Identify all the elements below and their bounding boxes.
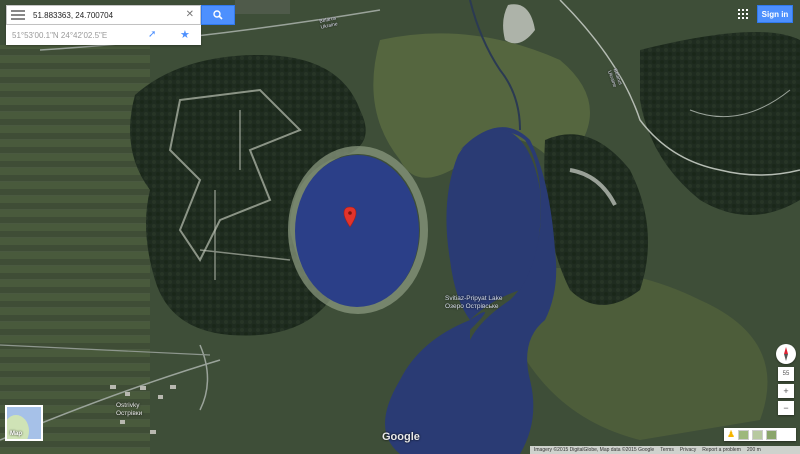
report-link[interactable]: Report a problem xyxy=(702,447,741,453)
close-icon[interactable]: ✕ xyxy=(186,9,194,20)
map-controls: 55 + − xyxy=(776,344,796,415)
sign-in-button[interactable]: Sign in xyxy=(757,5,793,23)
lake-label[interactable]: Svitiaz-Pripyat Lake Озеро Острівське xyxy=(445,295,502,311)
search-box[interactable]: ✕ xyxy=(6,5,201,25)
directions-icon[interactable]: ➚ xyxy=(148,29,156,40)
privacy-link[interactable]: Privacy xyxy=(680,447,696,453)
tray-thumbnail[interactable] xyxy=(738,429,750,440)
minimap-land xyxy=(7,415,29,439)
menu-icon[interactable] xyxy=(11,10,25,20)
map-footer: Imagery ©2015 DigitalGlobe, Map data ©20… xyxy=(530,446,800,454)
terms-link[interactable]: Terms xyxy=(660,447,674,453)
dms-coordinates: 51°53'00.1"N 24°42'02.5"E xyxy=(12,30,108,40)
tray-thumbnail[interactable] xyxy=(752,429,764,440)
imagery-credit: Imagery ©2015 DigitalGlobe, Map data ©20… xyxy=(534,447,655,453)
scale-label[interactable]: 200 m xyxy=(747,447,761,453)
search-input[interactable] xyxy=(31,9,185,21)
star-icon[interactable]: ★ xyxy=(180,28,190,41)
compass-icon[interactable] xyxy=(776,344,796,364)
zoom-out-button[interactable]: − xyxy=(778,401,794,415)
minimap[interactable]: Map xyxy=(5,405,43,441)
village-label[interactable]: Ostrivky Острівки xyxy=(116,402,142,418)
street-view-tray[interactable]: ♟ xyxy=(724,428,796,441)
minimap-label: Map xyxy=(10,431,22,437)
zoom-level[interactable]: 55 xyxy=(778,367,794,381)
coordinates-card: 51°53'00.1"N 24°42'02.5"E ➚ ★ xyxy=(6,25,201,45)
search-icon xyxy=(213,10,223,20)
pegman-icon[interactable]: ♟ xyxy=(727,429,735,440)
tray-thumbnail[interactable] xyxy=(766,429,778,440)
industrial-site xyxy=(235,0,290,14)
round-lake xyxy=(295,155,419,307)
zoom-in-button[interactable]: + xyxy=(778,384,794,398)
google-logo: Google xyxy=(382,431,420,443)
satellite-map[interactable] xyxy=(0,0,800,454)
search-button[interactable] xyxy=(201,5,235,25)
apps-icon[interactable] xyxy=(738,9,748,19)
